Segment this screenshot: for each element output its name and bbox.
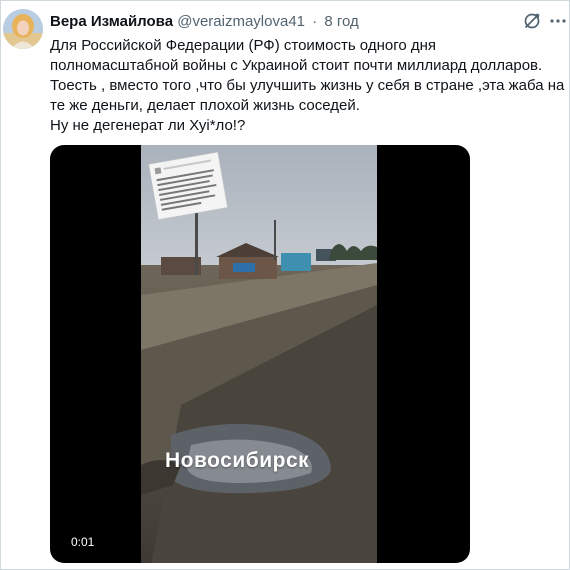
- avatar[interactable]: [3, 9, 43, 49]
- tweet-text-line: Ну не дегенерат ли Хуі*ло!?: [50, 117, 246, 134]
- tweet-text-line: те же деньги, делает плохой жизнь соседе…: [50, 97, 360, 114]
- user-handle[interactable]: @veraizmaylova41: [177, 13, 305, 30]
- more-options-icon[interactable]: [549, 11, 567, 31]
- video-thumbnail-scene: [141, 145, 377, 563]
- video-frame[interactable]: Новосибирск: [141, 145, 377, 563]
- video-timestamp: 0:01: [71, 535, 95, 549]
- tweet-text-line: Для Российской Федерации (РФ) стоимость …: [50, 37, 437, 54]
- display-name[interactable]: Вера Измайлова: [50, 13, 173, 30]
- video-caption: Новосибирск: [165, 449, 310, 472]
- tweet-header: Вера Измайлова @veraizmaylova41 · 8 год: [50, 12, 359, 32]
- video-player[interactable]: Новосибирск 0:01: [50, 145, 470, 563]
- tweet-text-line: полномасштабной войны с Украиной стоит п…: [50, 57, 543, 74]
- dot-separator: ·: [312, 13, 318, 30]
- edit-slash-icon[interactable]: [522, 11, 542, 31]
- tweet-text: Для Российской Федерации (РФ) стоимость …: [50, 36, 565, 136]
- tweet-text-line: Тоесть , вместо того ,что бы улучшить жи…: [50, 77, 565, 94]
- post-time[interactable]: 8 год: [324, 13, 358, 30]
